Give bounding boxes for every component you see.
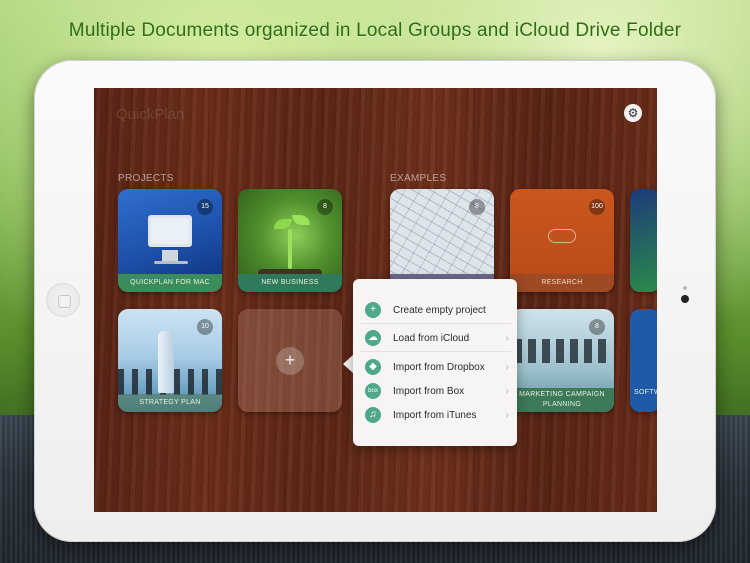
tile-caption: RESEARCH xyxy=(510,274,614,292)
headline: Multiple Documents organized in Local Gr… xyxy=(68,20,682,41)
dropbox-icon: ◆ xyxy=(365,359,381,375)
menu-item-load-from-icloud[interactable]: ☁ Load from iCloud › xyxy=(353,326,517,350)
plus-icon: + xyxy=(365,302,381,318)
tile-caption: SOFTW xyxy=(634,389,657,396)
gear-icon[interactable]: ⚙ xyxy=(624,104,642,122)
chevron-right-icon: › xyxy=(505,361,509,373)
task-count-badge: 8 xyxy=(469,199,485,215)
task-count-badge: 8 xyxy=(589,319,605,335)
new-project-menu: + Create empty project ☁ Load from iClou… xyxy=(353,279,517,446)
task-count-badge: 8 xyxy=(317,199,333,215)
task-count-badge: 100 xyxy=(589,199,605,215)
menu-divider xyxy=(361,323,511,324)
music-icon: ♫ xyxy=(365,407,381,423)
chess-king-image xyxy=(158,331,174,393)
sprout-image xyxy=(288,229,292,269)
home-button[interactable] xyxy=(46,283,80,317)
box-icon: box xyxy=(365,383,381,399)
monitor-base xyxy=(154,261,188,264)
leaf-image xyxy=(292,215,310,225)
cloud-icon: ☁ xyxy=(365,330,381,346)
project-tile-strategy-plan[interactable]: 10 STRATEGY PLAN xyxy=(118,309,222,412)
menu-item-label: Create empty project xyxy=(393,304,486,316)
menu-item-import-from-box[interactable]: box Import from Box › xyxy=(353,379,517,403)
examples-section-label: EXAMPLES xyxy=(390,173,447,184)
plus-icon[interactable]: + xyxy=(276,347,304,375)
app-title: QuickPlan xyxy=(116,106,185,123)
sensor-dot xyxy=(683,286,687,290)
leaf-image xyxy=(274,219,292,229)
example-tile-partial[interactable] xyxy=(630,189,657,292)
example-tile-residential[interactable]: 8 RESIDENTIAL xyxy=(390,189,494,292)
menu-item-create-empty-project[interactable]: + Create empty project xyxy=(353,298,517,322)
chevron-right-icon: › xyxy=(505,385,509,397)
tile-caption: MARKETING CAMPAIGN PLANNING xyxy=(510,388,614,412)
camera-dot xyxy=(681,295,689,303)
tile-caption: QUICKPLAN FOR MAC xyxy=(118,274,222,292)
chevron-right-icon: › xyxy=(505,332,509,344)
menu-divider xyxy=(361,351,511,352)
meeting-image xyxy=(514,339,610,363)
example-tile-software[interactable]: SOFTW xyxy=(630,309,657,412)
project-tile-new-business[interactable]: 8 NEW BUSINESS xyxy=(238,189,342,292)
menu-item-label: Import from iTunes xyxy=(393,409,477,421)
tile-caption: STRATEGY PLAN xyxy=(118,394,222,412)
menu-item-import-from-dropbox[interactable]: ◆ Import from Dropbox › xyxy=(353,355,517,379)
monitor-image xyxy=(148,215,192,247)
popover-arrow xyxy=(343,355,353,373)
cloud-icon xyxy=(548,229,576,243)
menu-item-import-from-itunes[interactable]: ♫ Import from iTunes › xyxy=(353,403,517,427)
chevron-right-icon: › xyxy=(505,409,509,421)
menu-item-label: Import from Box xyxy=(393,385,465,397)
tile-caption: NEW BUSINESS xyxy=(238,274,342,292)
add-project-tile[interactable]: + xyxy=(238,309,342,412)
example-tile-research[interactable]: 100 RESEARCH xyxy=(510,189,614,292)
projects-section-label: PROJECTS xyxy=(118,173,174,184)
task-count-badge: 15 xyxy=(197,199,213,215)
menu-item-label: Load from iCloud xyxy=(393,332,470,344)
menu-item-label: Import from Dropbox xyxy=(393,361,485,373)
task-count-badge: 10 xyxy=(197,319,213,335)
example-tile-marketing-campaign[interactable]: 8 MARKETING CAMPAIGN PLANNING xyxy=(510,309,614,412)
project-tile-quickplan-for-mac[interactable]: 15 QUICKPLAN FOR MAC xyxy=(118,189,222,292)
